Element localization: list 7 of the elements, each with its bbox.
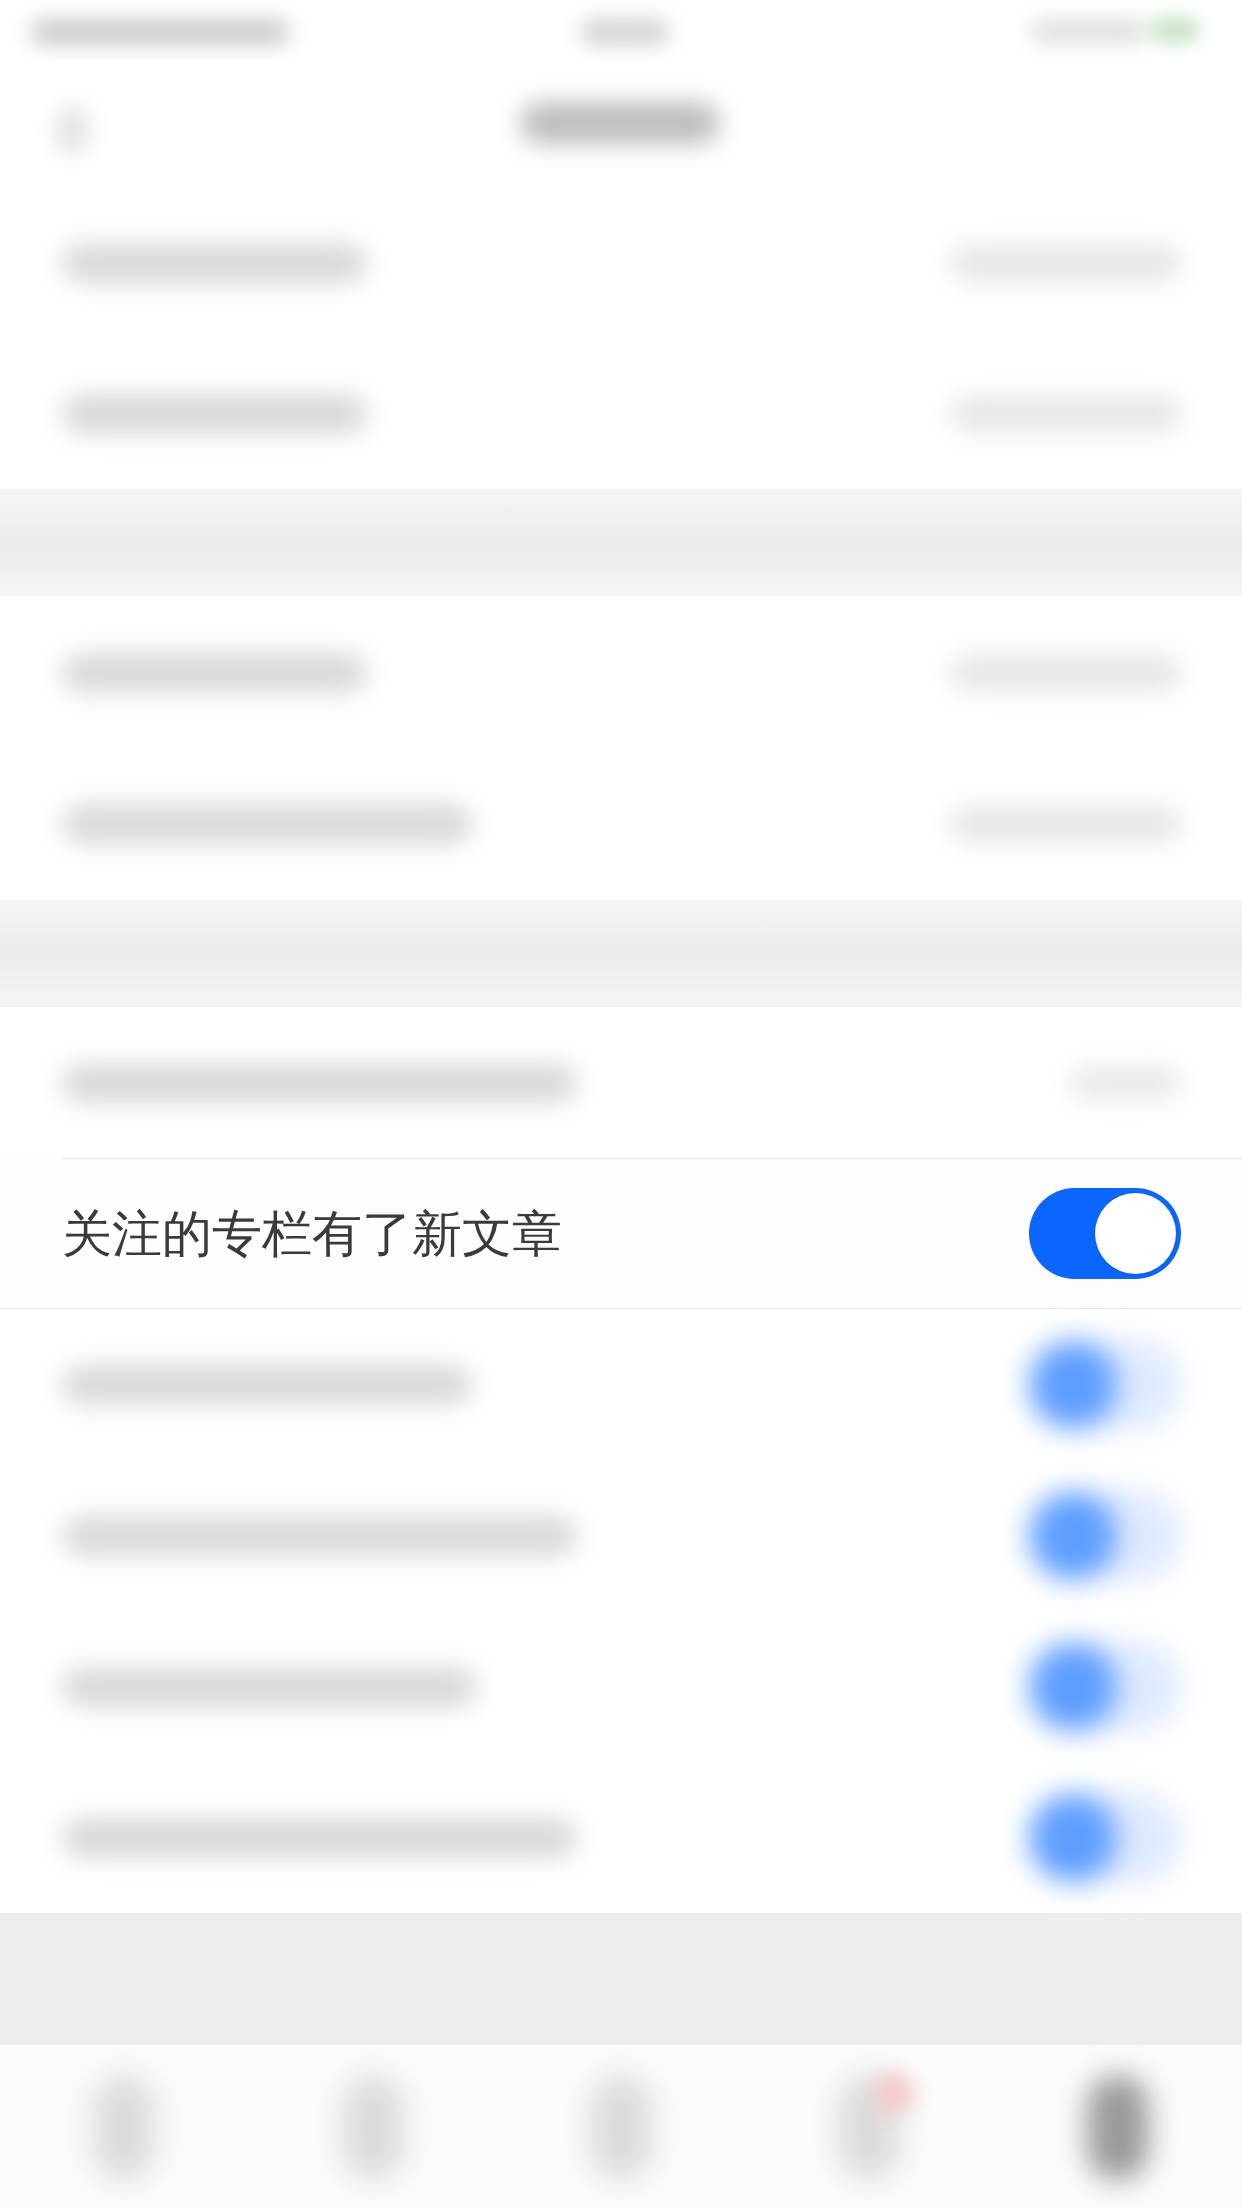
blurred-tab-icon[interactable] xyxy=(1086,2075,1149,2180)
blurred-toggle[interactable] xyxy=(1029,1490,1181,1581)
blurred-toggle[interactable] xyxy=(1029,1641,1181,1732)
setting-label: 关注的专栏有了新文章 xyxy=(62,1203,562,1264)
blurred-toggle[interactable] xyxy=(1029,1339,1181,1430)
blurred-battery-icon xyxy=(1150,16,1200,44)
blurred-toggle[interactable] xyxy=(1029,1792,1181,1883)
